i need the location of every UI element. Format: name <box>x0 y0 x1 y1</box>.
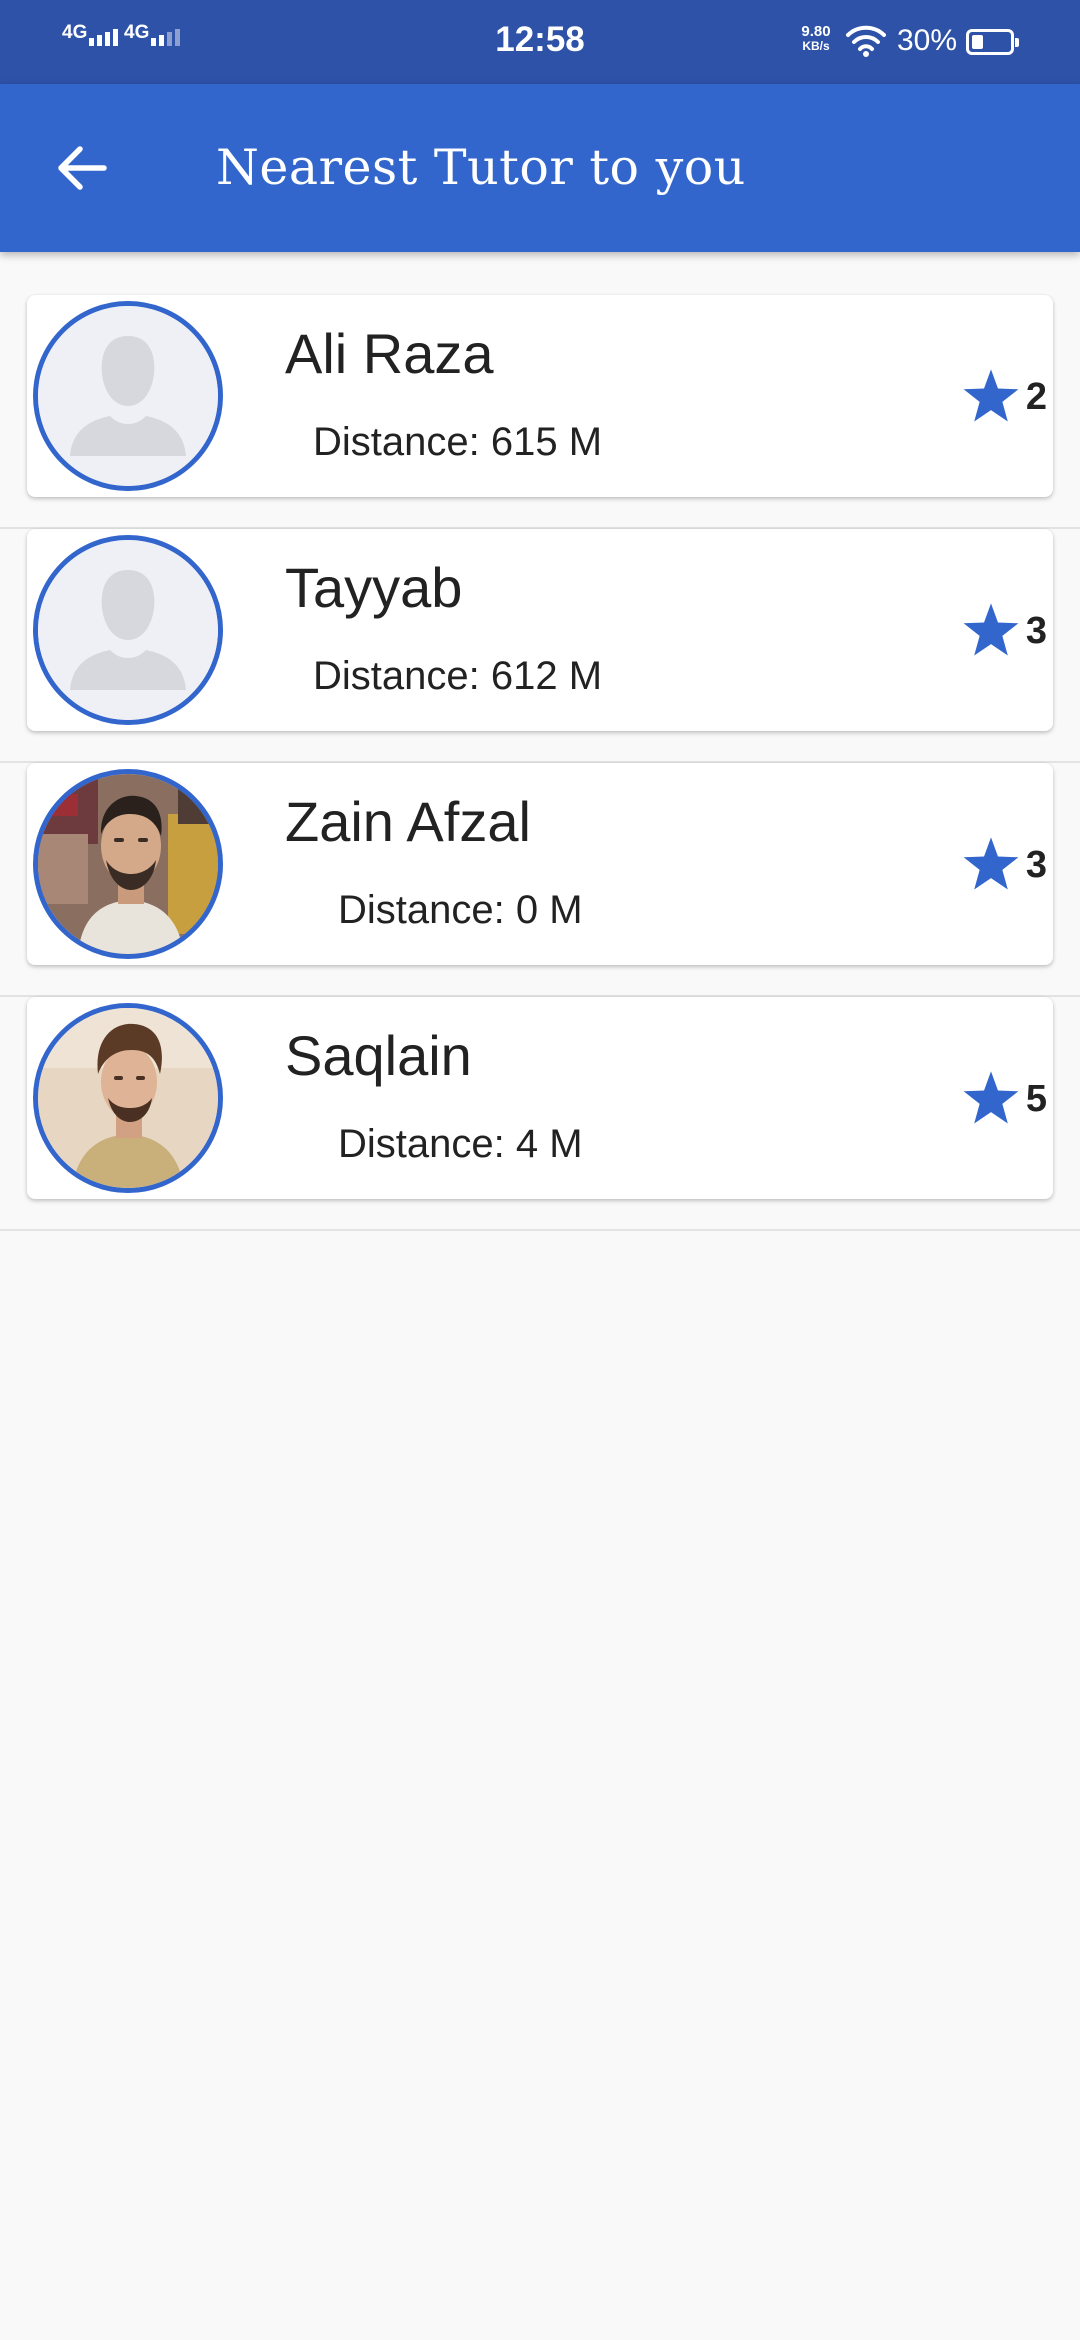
star-icon <box>963 603 1019 656</box>
tutor-distance: Distance: 4 M <box>338 1122 583 1166</box>
list-item[interactable]: Ali Raza Distance: 615 M 2 <box>0 295 1080 529</box>
tutor-rating: 3 <box>960 599 1047 663</box>
tutor-name: Saqlain <box>285 1024 472 1087</box>
placeholder-person-icon <box>38 540 218 720</box>
status-bar: 4G 4G 12:58 9.80 KB/s 30% <box>0 0 1080 84</box>
arrow-left-icon <box>58 146 107 190</box>
tutor-name: Zain Afzal <box>285 790 531 853</box>
tutor-distance: Distance: 612 M <box>313 654 603 698</box>
tutor-card[interactable]: Ali Raza Distance: 615 M 2 <box>27 295 1053 497</box>
tutor-rating: 5 <box>960 1067 1047 1131</box>
tutor-name: Tayyab <box>285 556 463 619</box>
star-icon <box>963 1071 1019 1124</box>
star-icon <box>963 369 1019 422</box>
tutor-list: Ali Raza Distance: 615 M 2 Tayyab Distan… <box>0 295 1080 1231</box>
avatar <box>33 301 223 491</box>
star-icon <box>963 837 1019 890</box>
battery-percent: 30% <box>897 24 958 57</box>
back-button[interactable] <box>50 136 114 200</box>
app-bar: Nearest Tutor to you <box>0 84 1080 252</box>
battery-icon <box>966 29 1019 55</box>
tutor-distance: Distance: 0 M <box>338 888 583 932</box>
network-speed: 9.80 KB/s <box>798 24 834 54</box>
tutor-card[interactable]: Zain Afzal Distance: 0 M 3 <box>27 763 1053 965</box>
rating-value: 2 <box>1025 375 1047 418</box>
profile-photo <box>38 774 218 954</box>
tutor-rating: 2 <box>960 365 1047 429</box>
tutor-rating: 3 <box>960 833 1047 897</box>
tutor-name: Ali Raza <box>285 322 494 385</box>
profile-photo <box>38 1008 218 1188</box>
tutor-card[interactable]: Saqlain Distance: 4 M 5 <box>27 997 1053 1199</box>
avatar <box>33 1003 223 1193</box>
page-title: Nearest Tutor to you <box>216 139 746 196</box>
list-item[interactable]: Tayyab Distance: 612 M 3 <box>0 529 1080 763</box>
tutor-card[interactable]: Tayyab Distance: 612 M 3 <box>27 529 1053 731</box>
battery-level-fill <box>972 35 983 49</box>
avatar <box>33 769 223 959</box>
placeholder-person-icon <box>38 306 218 486</box>
list-item[interactable]: Zain Afzal Distance: 0 M 3 <box>0 763 1080 997</box>
rating-value: 3 <box>1025 609 1047 652</box>
rating-value: 5 <box>1025 1077 1047 1120</box>
wifi-icon <box>846 24 886 63</box>
network-speed-value: 9.80 <box>801 23 831 40</box>
network-speed-unit: KB/s <box>802 39 830 53</box>
avatar <box>33 535 223 725</box>
tutor-distance: Distance: 615 M <box>313 420 603 464</box>
rating-value: 3 <box>1025 843 1047 886</box>
list-item[interactable]: Saqlain Distance: 4 M 5 <box>0 997 1080 1231</box>
